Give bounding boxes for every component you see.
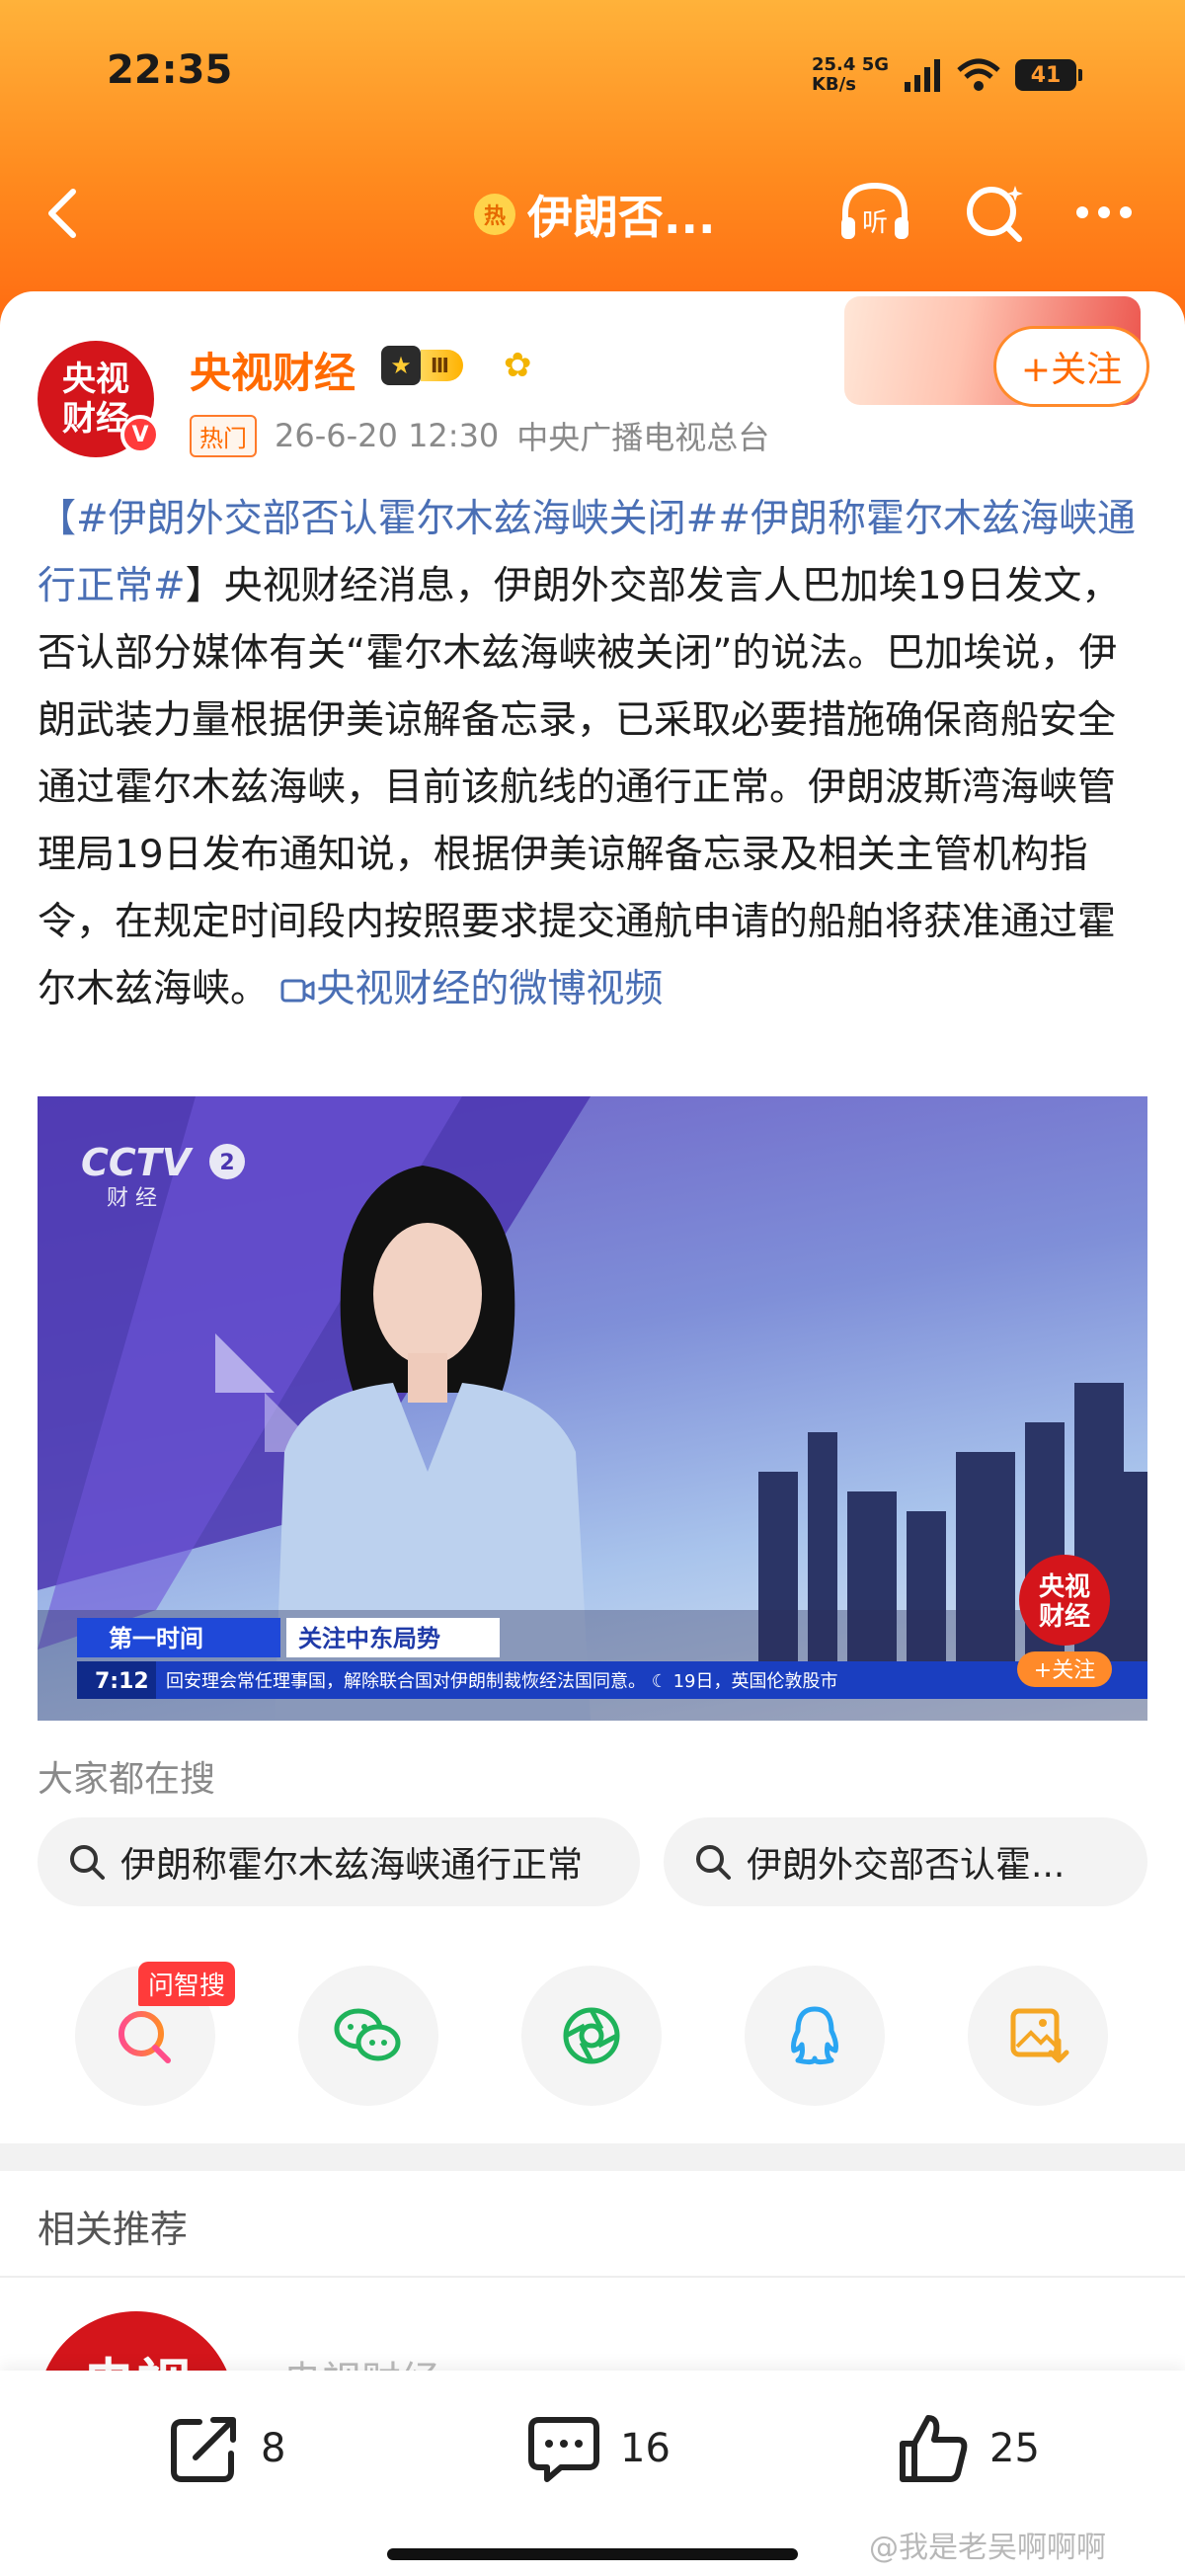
post-text: 】央视财经消息，伊朗外交部发言人巴加埃19日发文，否认部分媒体有关“霍尔木兹海峡… (38, 564, 1121, 1011)
comment-count: 16 (620, 2426, 671, 2471)
repost-count: 8 (261, 2426, 286, 2471)
ai-search-icon (118, 2011, 171, 2063)
anchor-neck (408, 1353, 447, 1403)
video-link-text: 央视财经的微博视频 (316, 967, 664, 1011)
anchor-face (373, 1223, 482, 1365)
crown-icon: ★ (381, 346, 421, 385)
corner-follow: +关注 (1034, 1658, 1095, 1683)
save-image-icon (1010, 2008, 1069, 2063)
video-link[interactable]: 央视财经的微博视频 (280, 967, 663, 1011)
post-body: 【#伊朗外交部否认霍尔木兹海峡关闭##伊朗称霍尔木兹海峡通行正常#】央视财经消息… (38, 486, 1153, 1023)
comment-icon (528, 2417, 599, 2482)
repost-button[interactable]: 8 (166, 2410, 285, 2487)
related-recommend-label: 相关推荐 (38, 2208, 189, 2251)
section-divider (0, 2143, 1185, 2171)
channel-number: 2 (219, 1151, 234, 1175)
author-name[interactable]: 央视财经 (190, 340, 356, 400)
status-icons: 25.4 5G KB/s 41 (811, 51, 1082, 99)
page-title-text: 伊朗否... (527, 191, 716, 244)
post-meta: 热门 26-6-20 12:30 中央广播电视总台 (190, 413, 769, 458)
network-speed: 25.4 5G KB/s (811, 54, 889, 95)
hot-topic-icon: 热 (474, 194, 515, 235)
like-count: 25 (989, 2426, 1040, 2471)
watermark: @我是老吴啊啊啊 (869, 2531, 1106, 2565)
more-icon[interactable] (1066, 178, 1146, 247)
search-icon (70, 1845, 105, 1880)
listen-label: 听 (862, 208, 888, 238)
ai-search-icon[interactable] (956, 178, 1035, 247)
level-text: Ⅲ (421, 350, 463, 381)
headphones-icon: 听 (841, 182, 908, 239)
trending-search-text: 伊朗称霍尔木兹海峡通行正常 (120, 1845, 584, 1886)
trending-search-pill[interactable]: 伊朗称霍尔木兹海峡通行正常 (38, 1817, 640, 1906)
corner-logo-line2: 财经 (1039, 1601, 1090, 1632)
wifi-icon (957, 58, 1000, 91)
page-title: 热 伊朗否... (474, 182, 715, 247)
channel-logo: CCTV (81, 1141, 194, 1184)
trending-search-label: 大家都在搜 (38, 1759, 216, 1800)
trending-search-text: 伊朗外交部否认霍... (747, 1845, 1066, 1886)
thumbs-up-icon (900, 2415, 968, 2482)
share-qq-button[interactable] (745, 1966, 885, 2106)
segment-name: 关注中东局势 (298, 1625, 440, 1652)
video-player[interactable]: CCTV 2 财 经 第一时间 关注中东局势 7:12 回安理会常任理事国，解除… (38, 1096, 1147, 1721)
corner-logo-line1: 央视 (1039, 1572, 1090, 1602)
avatar-text: 央视 财经 (62, 360, 129, 439)
listen-button[interactable]: 听 (835, 178, 914, 247)
battery-indicator: 41 (1015, 59, 1082, 91)
qq-icon (791, 2006, 838, 2065)
video-icon (280, 979, 315, 1003)
back-arrow-icon[interactable] (36, 184, 95, 243)
signal-icon (905, 59, 940, 92)
sunflower-icon: ✿ (504, 346, 532, 385)
post-source: 中央广播电视总台 (516, 419, 770, 456)
program-name: 第一时间 (109, 1625, 203, 1652)
status-time: 22:35 (107, 47, 233, 93)
home-indicator[interactable] (387, 2548, 798, 2560)
moments-icon (563, 2007, 620, 2064)
share-wechat-button[interactable] (298, 1966, 438, 2106)
comment-button[interactable]: 16 (525, 2410, 671, 2487)
ai-search-badge: 问智搜 (138, 1962, 236, 2006)
share-moments-button[interactable] (521, 1966, 662, 2106)
navigation-bar: 热 伊朗否... 听 (0, 158, 1185, 267)
channel-sub: 财 经 (107, 1186, 157, 1211)
news-ticker: 回安理会常任理事国，解除联合国对伊朗制裁恢经法国同意。 ☾ 19日，英国伦敦股市 (166, 1671, 837, 1692)
video-frame: CCTV 2 财 经 第一时间 关注中东局势 7:12 回安理会常任理事国，解除… (38, 1096, 1147, 1721)
follow-button[interactable]: +关注 (993, 326, 1149, 407)
clock: 7:12 (95, 1669, 149, 1694)
wechat-icon (334, 2008, 401, 2061)
verified-icon: V (120, 415, 160, 454)
member-level-badge: ★ Ⅲ (381, 346, 463, 385)
search-icon (696, 1845, 731, 1880)
hot-tag: 热门 (190, 414, 257, 457)
trending-search-pill[interactable]: 伊朗外交部否认霍... (664, 1817, 1147, 1906)
share-save-image-button[interactable] (968, 1966, 1108, 2106)
post-timestamp: 26-6-20 12:30 (275, 417, 500, 454)
divider-line (0, 2276, 1185, 2278)
like-button[interactable]: 25 (895, 2410, 1040, 2487)
repost-icon (171, 2417, 236, 2482)
